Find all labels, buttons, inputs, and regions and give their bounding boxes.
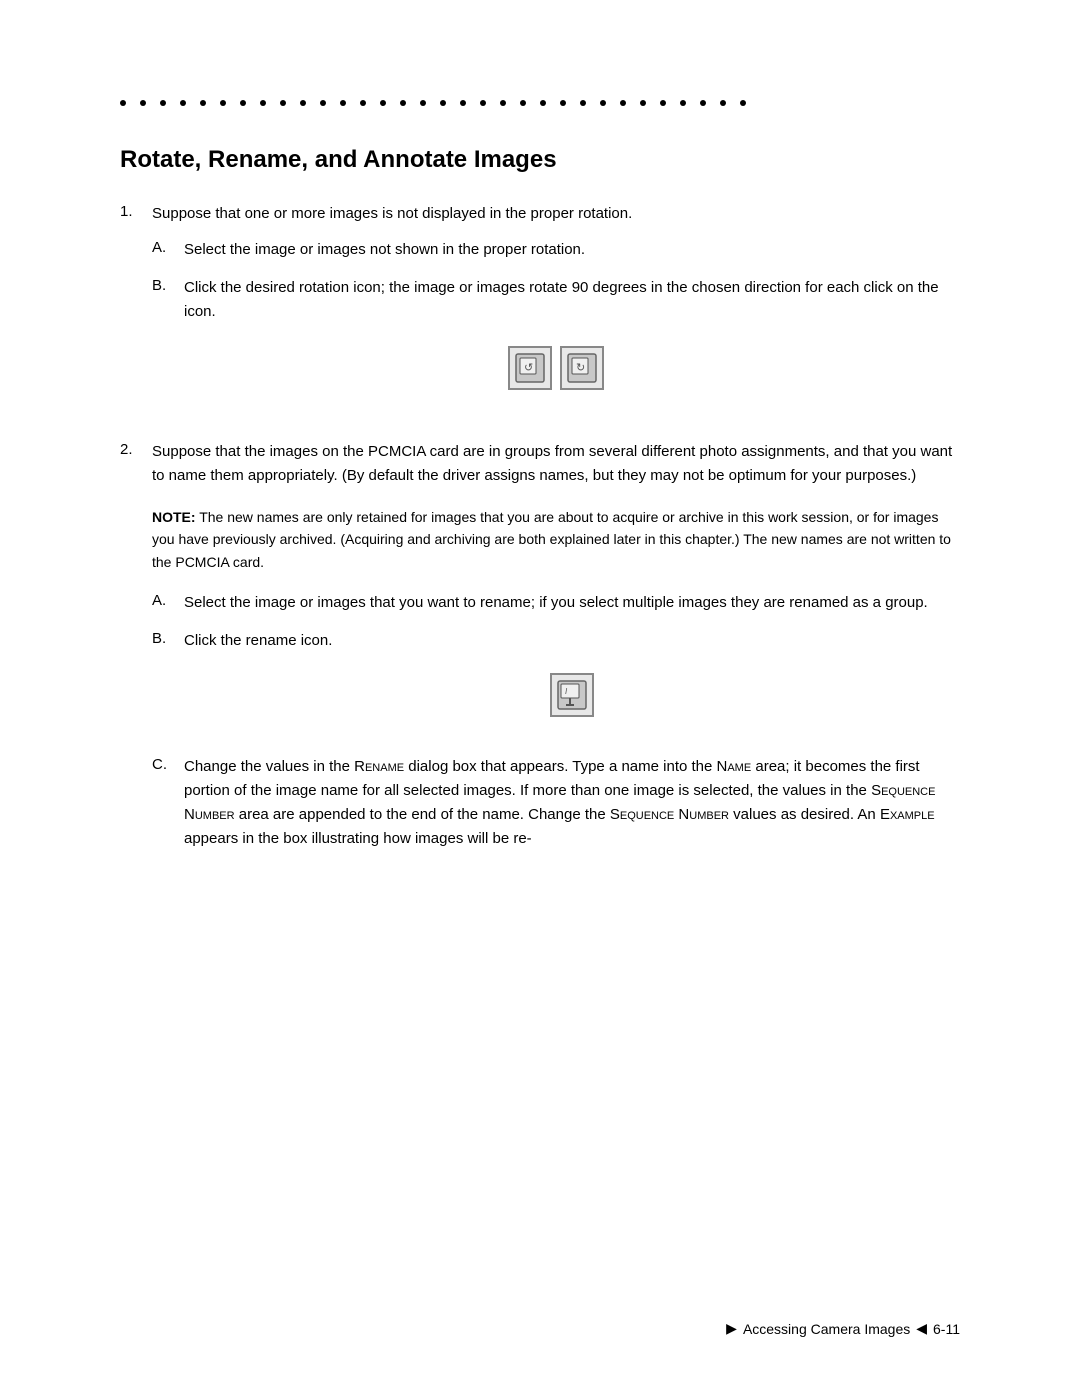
- sub-content: Click the desired rotation icon; the ima…: [184, 276, 960, 324]
- page-container: Rotate, Rename, and Annotate Images 1. S…: [0, 0, 1080, 1397]
- item-text: Suppose that the images on the PCMCIA ca…: [152, 440, 960, 488]
- item-text: Suppose that one or more images is not d…: [152, 202, 960, 226]
- lettered-list: A. Select the image or images that you w…: [152, 591, 960, 851]
- lettered-item: A. Select the image or images that you w…: [152, 591, 960, 615]
- rename-icon-area: I: [184, 673, 960, 717]
- smallcaps-seqnum2: Sequence Number: [610, 806, 729, 823]
- sub-content: Click the rename icon. I: [184, 629, 960, 741]
- footer-arrow-right: ▶: [726, 1320, 737, 1337]
- sub-text: Select the image or images that you want…: [184, 591, 960, 615]
- sub-letter: A.: [152, 591, 184, 609]
- smallcaps-seqnum1: Sequence Number: [184, 782, 935, 823]
- footer-label: Accessing Camera Images: [743, 1321, 910, 1337]
- rotate-left-icon: ↺: [508, 346, 552, 390]
- smallcaps-example: Example: [880, 806, 935, 823]
- footer-page-number: 6-11: [933, 1321, 960, 1337]
- note-label: NOTE:: [152, 509, 196, 525]
- sub-letter: C.: [152, 755, 184, 773]
- rename-icon: I: [550, 673, 594, 717]
- sub-letter: B.: [152, 276, 184, 294]
- item-content: Suppose that the images on the PCMCIA ca…: [152, 440, 960, 865]
- footer-nav: ▶ Accessing Camera Images ◀ 6-11: [726, 1320, 960, 1337]
- item-number: 2.: [120, 440, 152, 458]
- section-title: Rotate, Rename, and Annotate Images: [120, 146, 960, 174]
- sub-text-c: Change the values in the Rename dialog b…: [184, 755, 960, 851]
- sub-text: Click the desired rotation icon; the ima…: [184, 276, 960, 324]
- sub-letter: A.: [152, 238, 184, 256]
- list-item: 1. Suppose that one or more images is no…: [120, 202, 960, 416]
- sub-content: Change the values in the Rename dialog b…: [184, 755, 960, 851]
- rotation-icons-area: ↺ ↻: [152, 346, 960, 390]
- dot-separator: [120, 80, 960, 106]
- svg-text:↻: ↻: [576, 362, 585, 374]
- sub-text: Click the rename icon.: [184, 629, 960, 653]
- sub-text: Select the image or images not shown in …: [184, 238, 960, 262]
- smallcaps-rename: Rename: [354, 758, 404, 775]
- sub-content: Select the image or images not shown in …: [184, 238, 960, 262]
- footer-arrow-left: ◀: [916, 1320, 927, 1337]
- note-text: The new names are only retained for imag…: [152, 509, 951, 570]
- lettered-item: A. Select the image or images not shown …: [152, 238, 960, 262]
- lettered-list: A. Select the image or images not shown …: [152, 238, 960, 324]
- lettered-item: C. Change the values in the Rename dialo…: [152, 755, 960, 851]
- note-box: NOTE: The new names are only retained fo…: [152, 506, 960, 573]
- rotate-right-icon: ↻: [560, 346, 604, 390]
- smallcaps-name: Name: [717, 758, 752, 775]
- sub-letter: B.: [152, 629, 184, 647]
- svg-text:↺: ↺: [524, 362, 533, 374]
- sub-content: Select the image or images that you want…: [184, 591, 960, 615]
- lettered-item: B. Click the desired rotation icon; the …: [152, 276, 960, 324]
- list-item: 2. Suppose that the images on the PCMCIA…: [120, 440, 960, 865]
- numbered-list: 1. Suppose that one or more images is no…: [120, 202, 960, 865]
- item-content: Suppose that one or more images is not d…: [152, 202, 960, 416]
- item-number: 1.: [120, 202, 152, 220]
- lettered-item: B. Click the rename icon.: [152, 629, 960, 741]
